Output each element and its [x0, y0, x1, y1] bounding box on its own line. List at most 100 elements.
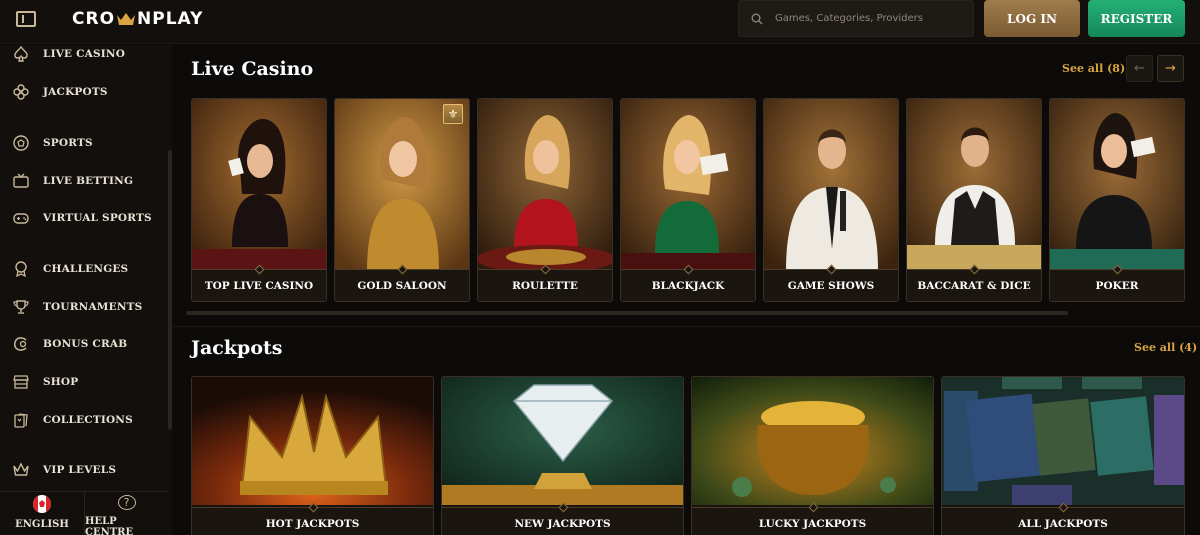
jackpots-see-all-link[interactable]: See all (4) [1134, 341, 1197, 354]
sidebar-footer: ENGLISH ? HELP CENTRE [0, 491, 168, 535]
sidebar-item-label: VIP LEVELS [43, 464, 117, 476]
sidebar-item-label: COLLECTIONS [43, 414, 133, 426]
horizontal-scrollbar[interactable] [186, 311, 1068, 315]
canada-flag-icon [33, 495, 51, 513]
bonus-crab-icon [12, 335, 30, 353]
live-casino-card[interactable]: TOP LIVE CASINO [191, 98, 327, 302]
card-label: TOP LIVE CASINO [204, 279, 314, 292]
sidebar-item-sports[interactable]: SPORTS [0, 128, 168, 158]
card-label: ALL JACKPOTS [1018, 517, 1108, 530]
sidebar-item-label: LIVE BETTING [43, 175, 134, 187]
top-header: CRO NPLAY LOG IN REGISTER [0, 0, 1200, 44]
card-label: HOT JACKPOTS [265, 517, 360, 530]
card-label-bar: GOLD SALOON [335, 264, 469, 301]
language-label: ENGLISH [15, 519, 69, 530]
card-label-bar: ALL JACKPOTS [942, 502, 1184, 535]
trophy-icon [12, 298, 30, 316]
game-shows-host-image [764, 99, 898, 271]
live-casino-see-all-link[interactable]: See all (8) [1062, 62, 1125, 75]
sidebar-scrollbar[interactable] [168, 150, 172, 430]
sidebar-item-jackpots[interactable]: JACKPOTS [0, 77, 168, 107]
card-label: BLACKJACK [651, 279, 725, 292]
card-label-bar: POKER [1050, 264, 1184, 301]
baccarat-dealer-image [907, 99, 1041, 271]
sidebar-item-label: CHALLENGES [43, 263, 129, 275]
sidebar-item-shop[interactable]: SHOP [0, 367, 168, 397]
crown-icon [12, 461, 30, 479]
sidebar-item-live-betting[interactable]: LIVE BETTING [0, 166, 168, 196]
card-label-bar: ROULETTE [478, 264, 612, 301]
sidebar-item-collections[interactable]: COLLECTIONS [0, 405, 168, 435]
roulette-dealer-image [478, 99, 612, 271]
language-selector[interactable]: ENGLISH [0, 492, 84, 535]
sidebar-item-label: BONUS CRAB [43, 338, 128, 350]
live-casino-card[interactable]: ROULETTE [477, 98, 613, 302]
login-button[interactable]: LOG IN [984, 0, 1080, 37]
card-label: GOLD SALOON [357, 279, 447, 292]
tv-icon [12, 172, 30, 190]
live-casino-card[interactable]: POKER [1049, 98, 1185, 302]
section-divider [172, 326, 1200, 327]
spade-icon [12, 45, 30, 63]
diamond-image [442, 377, 683, 505]
slot-games-collage-image [942, 377, 1184, 505]
register-button[interactable]: REGISTER [1088, 0, 1185, 37]
pot-of-gold-image [692, 377, 933, 505]
clover-icon [12, 83, 30, 101]
search-input[interactable] [775, 13, 965, 24]
sidebar-toggle-icon[interactable] [16, 11, 36, 27]
sidebar-item-virtual-sports[interactable]: VIRTUAL SPORTS [0, 203, 168, 233]
sidebar: LIVE CASINO JACKPOTS SPORTS LIVE BETTING… [0, 45, 172, 535]
live-casino-title: Live Casino [191, 58, 314, 80]
jackpot-card[interactable]: LUCKY JACKPOTS [691, 376, 934, 535]
sidebar-item-label: SHOP [43, 376, 79, 388]
live-casino-prev-button[interactable]: ← [1126, 55, 1153, 82]
jackpot-card[interactable]: ALL JACKPOTS [941, 376, 1185, 535]
card-label: LUCKY JACKPOTS [758, 517, 867, 530]
search-bar[interactable] [738, 0, 974, 37]
gamepad-icon [12, 209, 30, 227]
sidebar-item-challenges[interactable]: CHALLENGES [0, 254, 168, 284]
sidebar-item-live-casino[interactable]: LIVE CASINO [0, 39, 168, 69]
help-label: HELP CENTRE [85, 516, 134, 535]
cards-icon [12, 411, 30, 429]
gold-saloon-dealer-image [335, 99, 469, 271]
golden-crown-image [192, 377, 433, 505]
card-label: NEW JACKPOTS [514, 517, 611, 530]
logo-text-end: NPLAY [137, 9, 204, 29]
card-label-bar: BACCARAT & DICE [907, 264, 1041, 301]
live-casino-card[interactable]: BLACKJACK [620, 98, 756, 302]
sidebar-item-bonus-crab[interactable]: BONUS CRAB [0, 329, 168, 359]
card-label-bar: GAME SHOWS [764, 264, 898, 301]
card-label-bar: NEW JACKPOTS [442, 502, 683, 535]
card-label-bar: LUCKY JACKPOTS [692, 502, 933, 535]
help-centre-link[interactable]: ? HELP CENTRE [84, 492, 168, 535]
jackpots-title: Jackpots [191, 337, 283, 359]
help-icon: ? [117, 495, 136, 510]
crownplay-logo[interactable]: CRO NPLAY [72, 9, 203, 29]
live-casino-card[interactable]: ⚜ GOLD SALOON [334, 98, 470, 302]
sidebar-item-tournaments[interactable]: TOURNAMENTS [0, 292, 168, 322]
jackpot-card[interactable]: NEW JACKPOTS [441, 376, 684, 535]
logo-crown-icon [116, 12, 136, 26]
fleur-de-lis-badge-icon: ⚜ [443, 104, 463, 124]
blackjack-dealer-image [621, 99, 755, 271]
sidebar-item-vip-levels[interactable]: VIP LEVELS [0, 455, 168, 485]
sidebar-item-label: TOURNAMENTS [43, 301, 143, 313]
search-icon [751, 13, 763, 24]
jackpot-card[interactable]: HOT JACKPOTS [191, 376, 434, 535]
soccer-ball-icon [12, 134, 30, 152]
sidebar-item-label: LIVE CASINO [43, 48, 126, 60]
card-label-bar: HOT JACKPOTS [192, 502, 433, 535]
live-casino-card[interactable]: GAME SHOWS [763, 98, 899, 302]
sidebar-item-label: JACKPOTS [43, 86, 108, 98]
card-label-bar: TOP LIVE CASINO [192, 264, 326, 301]
card-label: BACCARAT & DICE [917, 279, 1031, 292]
logo-text-start: CRO [72, 9, 116, 29]
card-label: POKER [1095, 279, 1139, 292]
live-casino-card[interactable]: BACCARAT & DICE [906, 98, 1042, 302]
live-casino-dealer-image [192, 99, 326, 271]
card-label-bar: BLACKJACK [621, 264, 755, 301]
medal-icon [12, 260, 30, 278]
live-casino-next-button[interactable]: → [1157, 55, 1184, 82]
